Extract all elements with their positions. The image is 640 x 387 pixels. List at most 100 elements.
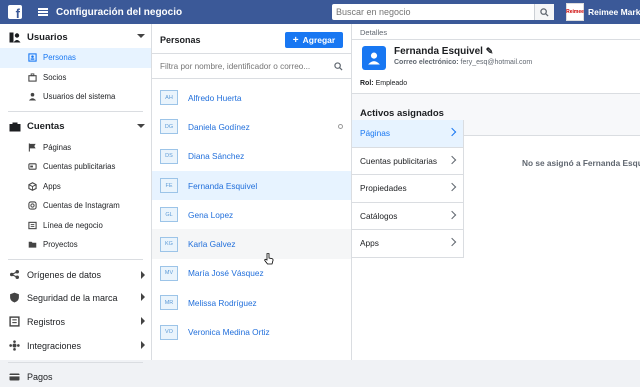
search-input[interactable] (332, 7, 532, 17)
sidebar-item-label: Cuentas de Instagram (43, 201, 120, 211)
add-person-button[interactable]: + Agregar (285, 32, 343, 48)
chevron-right-icon (141, 292, 145, 301)
briefcase-icon (27, 72, 37, 82)
people-filter[interactable] (152, 53, 351, 79)
email-value: fery_esq@hotmail.com (460, 59, 533, 66)
details-label: Detalles (352, 24, 640, 40)
category-label: Cuentas publicitarias (360, 155, 438, 166)
sidebar-item-business-line[interactable]: Línea de negocio (0, 216, 151, 236)
records-icon (9, 316, 21, 327)
sidebar-section-label: Registros (27, 316, 66, 327)
sidebar-item-instagram[interactable]: Cuentas de Instagram (0, 196, 151, 216)
sidebar-item-label: Usuarios del sistema (43, 92, 116, 102)
person-icon (368, 52, 380, 65)
details-panel: Detalles Fernanda Esquivel ✎ Correo elec… (352, 24, 640, 360)
person-avatar (362, 46, 386, 70)
role-value: Empleado (375, 80, 408, 87)
sidebar-section-label: Pagos (27, 371, 53, 382)
add-button-label: Agregar (302, 35, 336, 45)
asset-category-apps[interactable]: Apps (352, 230, 464, 258)
person-initials: FE (160, 178, 178, 194)
person-email-row: Correo electrónico: fery_esq@hotmail.com (394, 59, 532, 66)
person-row[interactable]: VO Veronica Medina Ortiz (152, 317, 351, 346)
sidebar-item-pages[interactable]: Páginas (0, 138, 151, 158)
facebook-logo-icon[interactable]: f (8, 5, 22, 20)
sidebar-item-label: Línea de negocio (43, 220, 103, 230)
plus-icon: + (292, 34, 299, 46)
person-name: Veronica Medina Ortiz (188, 327, 270, 338)
person-initials: DG (160, 119, 178, 135)
person-row-hover[interactable]: KG Karla Galvez (152, 229, 351, 259)
person-name: Alfredo Huerta (188, 92, 242, 103)
role-label: Rol: (360, 80, 374, 87)
asset-category-ad-accounts[interactable]: Cuentas publicitarias (352, 147, 464, 175)
sidebar-section-brand-safety[interactable]: Seguridad de la marca (0, 286, 151, 310)
person-row[interactable]: DS Diana Sánchez (152, 142, 351, 171)
sidebar-section-records[interactable]: Registros (0, 310, 151, 334)
category-label: Apps (360, 238, 379, 249)
people-title: Personas (160, 35, 201, 45)
integrations-icon (9, 340, 21, 351)
search-icon (540, 7, 549, 17)
payments-icon (9, 372, 21, 382)
person-row-selected[interactable]: FE Fernanda Esquivel (152, 170, 351, 201)
chevron-right-icon (141, 270, 145, 279)
person-role-row: Rol: Empleado (352, 80, 640, 94)
sidebar-section-accounts[interactable]: Cuentas (0, 116, 151, 138)
sidebar-section-users[interactable]: Usuarios (0, 26, 151, 48)
business-line-icon (27, 220, 37, 230)
chevron-right-icon (447, 182, 457, 192)
sidebar-section-integrations[interactable]: Integraciones (0, 334, 151, 358)
person-name: Diana Sánchez (188, 151, 245, 162)
sidebar-section-label: Integraciones (27, 340, 82, 351)
chevron-right-icon (447, 237, 457, 247)
sidebar-item-projects[interactable]: Proyectos (0, 235, 151, 255)
sidebar-section-label: Cuentas (27, 121, 65, 132)
person-row[interactable]: MR Melissa Rodríguez (152, 288, 351, 317)
ad-account-icon (27, 162, 37, 172)
divider (8, 258, 143, 260)
search-button[interactable] (534, 4, 554, 20)
sidebar-item-label: Socios (43, 72, 67, 82)
account-switcher[interactable]: Reimee Reimee Marketing (566, 3, 640, 21)
person-row[interactable]: GL Gena Lopez (152, 200, 351, 229)
chevron-right-icon (141, 340, 145, 349)
sidebar-item-ad-accounts[interactable]: Cuentas publicitarias (0, 157, 151, 177)
sidebar-item-socios[interactable]: Socios (0, 68, 151, 88)
asset-categories: Páginas Cuentas publicitarias Propiedade… (352, 120, 464, 258)
person-row[interactable]: AH Alfredo Huerta (152, 83, 351, 112)
people-header: Personas + Agregar (152, 27, 351, 53)
filter-input[interactable] (160, 61, 330, 71)
person-name: Fernanda Esquivel (188, 180, 258, 191)
search-icon (334, 62, 343, 71)
person-detail-name: Fernanda Esquivel ✎ (394, 46, 532, 57)
hand-cursor-icon (264, 253, 274, 265)
asset-category-pages[interactable]: Páginas (352, 120, 464, 148)
person-row[interactable]: MV María José Vásquez (152, 259, 351, 288)
sidebar-item-apps[interactable]: Apps (0, 177, 151, 197)
person-row[interactable]: DG Daniela Godínez (152, 112, 351, 141)
asset-category-properties[interactable]: Propiedades (352, 175, 464, 203)
sidebar-item-system-users[interactable]: Usuarios del sistema (0, 87, 151, 107)
sidebar-section-label: Usuarios (27, 31, 68, 43)
sidebar: Usuarios Personas Socios Usuarios del si… (0, 24, 152, 382)
person-initials: MR (160, 295, 178, 311)
details-header: Fernanda Esquivel ✎ Correo electrónico: … (352, 40, 640, 80)
person-initials: AH (160, 90, 178, 106)
person-initials: KG (160, 236, 178, 252)
divider (8, 361, 143, 363)
folder-icon (27, 240, 37, 250)
sidebar-item-personas[interactable]: Personas (0, 48, 151, 68)
email-label: Correo electrónico: (394, 59, 459, 66)
page-title: Configuración del negocio (56, 6, 183, 18)
search-box[interactable] (332, 4, 554, 20)
data-sources-icon (9, 269, 21, 280)
edit-pencil-icon[interactable]: ✎ (486, 46, 494, 56)
sidebar-section-payments[interactable]: Pagos (0, 367, 151, 387)
person-name: Gena Lopez (188, 209, 234, 220)
menu-icon[interactable] (38, 8, 48, 16)
asset-category-catalogs[interactable]: Catálogos (352, 202, 464, 230)
person-initials: VO (160, 324, 178, 340)
sidebar-section-data-sources[interactable]: Orígenes de datos (0, 264, 151, 286)
person-initials: GL (160, 207, 178, 223)
